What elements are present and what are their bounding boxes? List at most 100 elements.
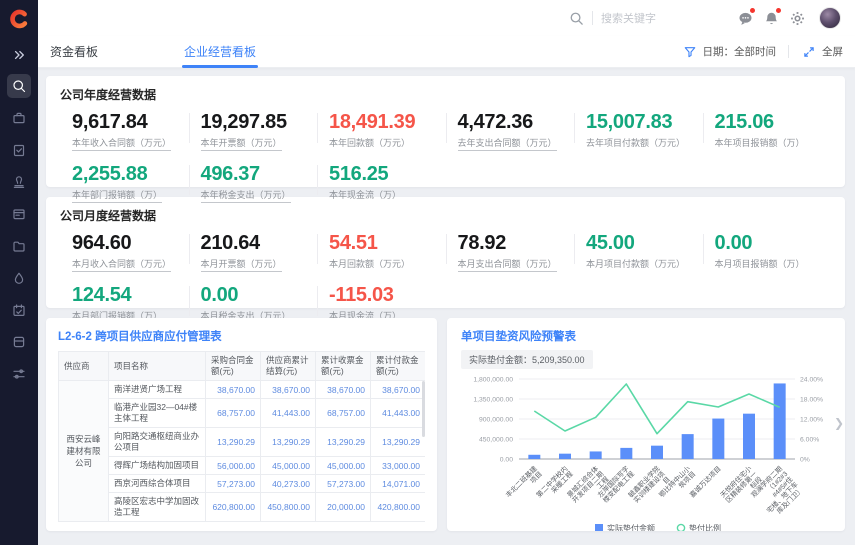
gear-icon[interactable] (789, 10, 805, 26)
kpi-label: 本月项目付款额（万元） (586, 259, 685, 270)
invoiced-amount-cell: 13,290.29 (316, 428, 371, 457)
legend-swatch-line[interactable] (677, 524, 684, 531)
bell-icon[interactable] (763, 10, 779, 26)
sliders-icon[interactable] (7, 362, 31, 386)
kpi-card: 4,472.36去年支出合同额（万元） (446, 109, 575, 151)
kpi-label: 本月项目报销额（万） (715, 259, 805, 270)
settled-amount-cell: 450,800.00 (261, 493, 316, 522)
paid-amount-cell: 420,800.00 (371, 493, 426, 522)
settled-amount-cell: 41,443.00 (261, 399, 316, 428)
funnel-icon (682, 44, 698, 60)
left-axis-tick: 900,000.00 (479, 417, 513, 424)
column-header: 累计付款金额(元) (371, 352, 426, 381)
settled-amount-cell: 40,273.00 (261, 475, 316, 493)
kpi-label: 去年项目付款额（万元） (586, 138, 685, 149)
drop-icon[interactable] (7, 266, 31, 290)
kpi-card: 18,491.39本年回款额（万元） (317, 109, 446, 151)
kpi-value: 18,491.39 (329, 111, 442, 133)
sidebar (0, 0, 38, 545)
table-scrollbar[interactable] (422, 381, 425, 437)
fullscreen-label: 全屏 (822, 44, 843, 59)
x-axis-labels: 丰北二班基建项目第二中学校内采暖工程景城汇综合体开发项目二期工程左岸国际写字楼变… (504, 464, 806, 520)
fullscreen-button[interactable]: 全屏 (801, 44, 843, 60)
kpi-card: 54.51本月回款额（万元） (317, 230, 446, 272)
table-row: 临港产业园32—04#楼主体工程68,757.0041,443.0068,757… (59, 399, 426, 428)
global-search[interactable]: 搜索关键字 (568, 10, 691, 26)
briefcase-icon[interactable] (7, 106, 31, 130)
kpi-value: 54.51 (329, 232, 442, 254)
ratio-line (534, 384, 779, 434)
kpi-label-link[interactable]: 本年开票额（万元） (201, 138, 282, 151)
kpi-label-link[interactable]: 本年收入合同额（万元） (72, 138, 171, 151)
annual-kpi-panel: 公司年度经营数据 9,617.84本年收入合同额（万元）19,297.85本年开… (46, 76, 845, 187)
message-icon[interactable] (737, 10, 753, 26)
tab-funds-dashboard[interactable]: 资金看板 (38, 36, 110, 68)
kpi-value: 964.60 (72, 232, 185, 254)
project-name-cell: 南洋进贤广场工程 (109, 381, 206, 399)
search-icon[interactable] (568, 10, 584, 26)
column-header: 供应商 (59, 352, 109, 381)
stamp-icon[interactable] (7, 170, 31, 194)
box-icon[interactable] (7, 330, 31, 354)
kpi-label: 本年项目报销额（万） (715, 138, 805, 149)
header-icon-cluster (737, 7, 841, 29)
right-axis-tick: 0% (800, 457, 810, 464)
double-chevron-right-icon[interactable] (13, 46, 25, 64)
kpi-value: 78.92 (458, 232, 571, 254)
svg-text:第二中学校内采暖工程: 第二中学校内采暖工程 (534, 464, 575, 505)
tab-enterprise-dashboard[interactable]: 企业经营看板 (172, 36, 268, 68)
risk-chart: 1,800,000.0024.00%1,350,000.0018.00%900,… (461, 371, 839, 531)
left-axis-tick: 450,000.00 (479, 437, 513, 444)
kpi-value: 45.00 (586, 232, 699, 254)
clipboard-icon[interactable] (7, 138, 31, 162)
invoiced-amount-cell: 57,273.00 (316, 475, 371, 493)
invoiced-amount-cell: 45,000.00 (316, 457, 371, 475)
id-card-icon[interactable] (7, 202, 31, 226)
kpi-card: 78.92 本月支出合同额（万元） (446, 230, 575, 272)
svg-text:丰北二班基建项目: 丰北二班基建项目 (504, 464, 545, 505)
legend-swatch-bar[interactable] (595, 524, 603, 531)
kpi-label-link[interactable]: 本月开票额（万元） (201, 259, 282, 272)
kpi-label-link[interactable]: 本年部门报销额（万） (72, 190, 162, 203)
kpi-value: -115.03 (329, 284, 442, 306)
project-name-cell: 得辉广场结构加固项目 (109, 457, 206, 475)
purchase-amount-cell: 68,757.00 (206, 399, 261, 428)
date-filter-button[interactable]: 日期：全部时间 (682, 44, 777, 60)
user-avatar[interactable] (819, 7, 841, 29)
paid-amount-cell: 33,000.00 (371, 457, 426, 475)
search-icon[interactable] (7, 74, 31, 98)
kpi-value: 496.37 (201, 163, 314, 185)
left-axis-tick: 1,800,000.00 (473, 377, 513, 384)
calendar-icon[interactable] (7, 298, 31, 322)
payable-table: 供应商项目名称采购合同金额(元)供应商累计结算(元)累计收票金额(元)累计付款金… (58, 351, 425, 522)
divider (788, 45, 789, 58)
kpi-value: 2,255.88 (72, 163, 185, 185)
right-axis-tick: 18.00% (800, 397, 823, 404)
search-input[interactable]: 搜索关键字 (601, 10, 691, 26)
legend-label: 实际垫付金额 (607, 523, 655, 531)
kpi-value: 210.64 (201, 232, 314, 254)
kpi-label-link[interactable]: 本月收入合同额（万元） (72, 259, 171, 272)
kpi-card: 210.64 本月开票额（万元） (189, 230, 318, 272)
kpi-label-link[interactable]: 本年税金支出（万元） (201, 190, 291, 203)
risk-chart-panel: 单项目垫资风险预警表 实际垫付金额：5,209,350.00 1,800,000… (447, 318, 845, 531)
bottom-row: L2-6-2 跨项目供应商应付管理表 供应商项目名称采购合同金额(元)供应商累计… (46, 318, 845, 531)
divider (592, 11, 593, 25)
kpi-label-link[interactable]: 去年支出合同额（万元） (458, 138, 557, 151)
column-header: 项目名称 (109, 352, 206, 381)
kpi-card: 496.37 本年税金支出（万元） (189, 161, 318, 203)
brand-c-logo-icon[interactable] (0, 0, 38, 38)
kpi-value: 9,617.84 (72, 111, 185, 133)
right-axis-tick: 12.00% (800, 417, 823, 424)
settled-amount-cell: 38,670.00 (261, 381, 316, 399)
kpi-card: 0.00本月项目报销额（万） (703, 230, 832, 272)
settled-amount-cell: 13,290.29 (261, 428, 316, 457)
kpi-value: 124.54 (72, 284, 185, 306)
kpi-label-link[interactable]: 本月支出合同额（万元） (458, 259, 557, 272)
left-axis-tick: 0.00 (500, 457, 513, 464)
chevron-right-icon[interactable]: ❯ (834, 416, 844, 430)
kpi-card: 15,007.83去年项目付款额（万元） (574, 109, 703, 151)
paid-amount-cell: 41,443.00 (371, 399, 426, 428)
project-name-cell: 临港产业园32—04#楼主体工程 (109, 399, 206, 428)
folder-icon[interactable] (7, 234, 31, 258)
